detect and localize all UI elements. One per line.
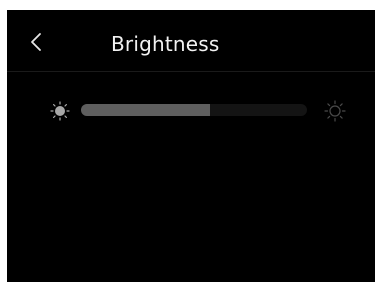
slider-fill — [81, 104, 210, 116]
sun-large-icon — [324, 100, 346, 122]
page-title: Brightness — [111, 32, 220, 56]
sun-small-icon — [50, 101, 70, 121]
chevron-left-icon — [31, 33, 41, 51]
brightness-slider[interactable] — [81, 104, 307, 116]
header-bar: Brightness — [7, 10, 375, 72]
brightness-screen: Brightness — [7, 10, 375, 282]
back-button[interactable] — [25, 29, 47, 55]
brightness-control — [7, 92, 375, 128]
